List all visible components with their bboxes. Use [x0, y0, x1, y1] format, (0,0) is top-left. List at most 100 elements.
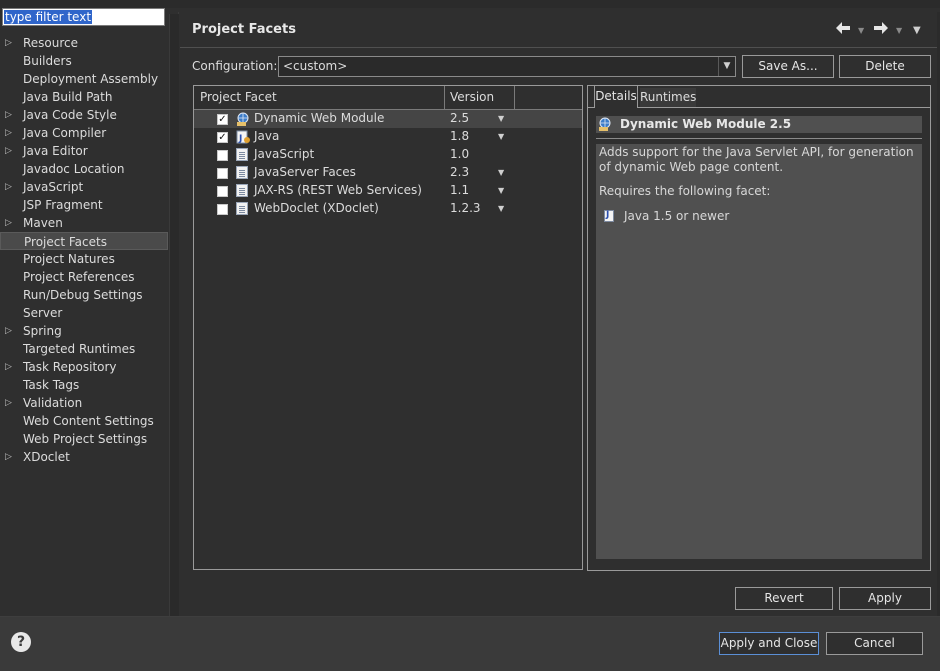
apply-and-close-button[interactable]: Apply and Close [719, 632, 819, 655]
tree-item[interactable]: ▷ Maven [0, 214, 167, 232]
document-icon [236, 148, 248, 161]
tree-item[interactable]: Web Project Settings [0, 430, 167, 448]
tree-item[interactable]: Project References [0, 268, 167, 286]
tree-item-label: Web Content Settings [23, 414, 154, 428]
document-icon [236, 202, 248, 215]
expand-arrow-icon[interactable]: ▷ [5, 322, 12, 340]
tree-item[interactable]: ▷ Resource [0, 34, 167, 52]
tree-item[interactable]: Javadoc Location [0, 160, 167, 178]
tree-item[interactable]: Web Content Settings [0, 412, 167, 430]
tree-item[interactable]: ▷ Validation [0, 394, 167, 412]
expand-arrow-icon[interactable]: ▷ [5, 124, 12, 142]
facet-row[interactable] [194, 146, 582, 164]
tree-item-label: Validation [23, 396, 83, 410]
required-facet: Java 1.5 or newer [624, 209, 730, 223]
configuration-label: Configuration: [192, 59, 278, 73]
expand-arrow-icon[interactable]: ▷ [5, 448, 12, 466]
facet-checkbox[interactable] [217, 150, 228, 161]
expand-arrow-icon[interactable]: ▷ [5, 394, 12, 412]
tree-item[interactable]: Server [0, 304, 167, 322]
facet-version[interactable]: 2.3 [450, 165, 469, 179]
web-module-icon [599, 117, 611, 131]
facet-version[interactable]: 1.0 [450, 147, 469, 161]
tree-item-label: XDoclet [23, 450, 70, 464]
expand-arrow-icon[interactable]: ▷ [5, 34, 12, 52]
tree-item[interactable]: ▷ Spring [0, 322, 167, 340]
page-title: Project Facets [192, 22, 296, 37]
tree-item-label: Java Compiler [23, 126, 107, 140]
expand-arrow-icon[interactable]: ▷ [5, 142, 12, 160]
tree-item-label: JSP Fragment [23, 198, 103, 212]
facet-row[interactable] [194, 200, 582, 218]
facet-row[interactable] [194, 164, 582, 182]
version-dropdown-icon[interactable]: ▼ [498, 186, 504, 195]
revert-button[interactable]: Revert [735, 587, 833, 610]
configuration-value: <custom> [283, 59, 348, 73]
facet-version[interactable]: 1.8 [450, 129, 469, 143]
facet-checkbox[interactable] [217, 168, 228, 179]
facet-version[interactable]: 1.2.3 [450, 201, 481, 215]
facet-checkbox[interactable]: ✓ [217, 114, 228, 125]
tab-runtimes[interactable]: Runtimes [640, 88, 696, 107]
tree-item-label: Web Project Settings [23, 432, 148, 446]
tree-item[interactable]: ▷ JavaScript [0, 178, 167, 196]
details-description: Adds support for the Java Servlet API, f… [599, 145, 914, 174]
version-dropdown-icon[interactable]: ▼ [498, 204, 504, 213]
apply-button[interactable]: Apply [839, 587, 931, 610]
facet-checkbox[interactable]: ✓ [217, 132, 228, 143]
window-title-strip [0, 0, 940, 8]
tree-item[interactable]: Builders [0, 52, 167, 70]
facet-checkbox[interactable] [217, 186, 228, 197]
facet-version[interactable]: 1.1 [450, 183, 469, 197]
column-header-version[interactable]: Version [450, 90, 494, 104]
forward-button[interactable] [874, 20, 888, 38]
document-icon [236, 184, 248, 197]
tree-item-label: Project Facets [24, 235, 107, 249]
back-history-dropdown[interactable]: ▼ [858, 26, 864, 35]
configuration-select[interactable]: <custom> ▼ [278, 56, 736, 77]
expand-arrow-icon[interactable]: ▷ [5, 214, 12, 232]
tab-strip-line [588, 107, 930, 108]
tree-scrollbar[interactable] [169, 14, 179, 617]
back-button[interactable] [836, 20, 850, 38]
tree-item[interactable]: Project Facets [0, 232, 168, 250]
cancel-button[interactable]: Cancel [826, 632, 923, 655]
tree-item[interactable]: Run/Debug Settings [0, 286, 167, 304]
expand-arrow-icon[interactable]: ▷ [5, 106, 12, 124]
facet-name: JavaScript [254, 147, 315, 161]
facet-row[interactable] [194, 128, 582, 146]
expand-arrow-icon[interactable]: ▷ [5, 178, 12, 196]
tree-item[interactable]: ▷ XDoclet [0, 448, 167, 466]
chevron-down-icon: ▼ [718, 57, 735, 76]
version-dropdown-icon[interactable]: ▼ [498, 168, 504, 177]
save-as-button[interactable]: Save As... [742, 55, 834, 78]
tree-item[interactable]: ▷ Java Editor [0, 142, 167, 160]
tree-item[interactable]: ▷ Java Code Style [0, 106, 167, 124]
delete-button[interactable]: Delete [839, 55, 931, 78]
tree-item[interactable]: Targeted Runtimes [0, 340, 167, 358]
tree-item[interactable]: Deployment Assembly [0, 70, 167, 88]
facet-row[interactable] [194, 110, 582, 128]
document-icon [236, 166, 248, 179]
tree-item-label: Deployment Assembly [23, 72, 159, 86]
tree-item[interactable]: JSP Fragment [0, 196, 167, 214]
tree-item[interactable]: Task Tags [0, 376, 167, 394]
facet-version[interactable]: 2.5 [450, 111, 469, 125]
tree-item[interactable]: Java Build Path [0, 88, 167, 106]
column-divider [444, 86, 445, 110]
view-menu-chevron-down-icon[interactable]: ▼ [913, 25, 921, 36]
expand-arrow-icon[interactable]: ▷ [5, 358, 12, 376]
java-icon [604, 210, 614, 222]
details-title: Dynamic Web Module 2.5 [620, 117, 792, 131]
version-dropdown-icon[interactable]: ▼ [498, 114, 504, 123]
forward-history-dropdown[interactable]: ▼ [896, 26, 902, 35]
tree-item-label: Builders [23, 54, 72, 68]
facet-checkbox[interactable] [217, 204, 228, 215]
tree-item[interactable]: ▷ Java Compiler [0, 124, 167, 142]
tree-item[interactable]: Project Natures [0, 250, 167, 268]
column-header-project-facet[interactable]: Project Facet [200, 90, 277, 104]
version-dropdown-icon[interactable]: ▼ [498, 132, 504, 141]
tree-item[interactable]: ▷ Task Repository [0, 358, 167, 376]
tab-details[interactable]: Details [594, 85, 638, 108]
help-icon[interactable]: ? [11, 632, 31, 652]
